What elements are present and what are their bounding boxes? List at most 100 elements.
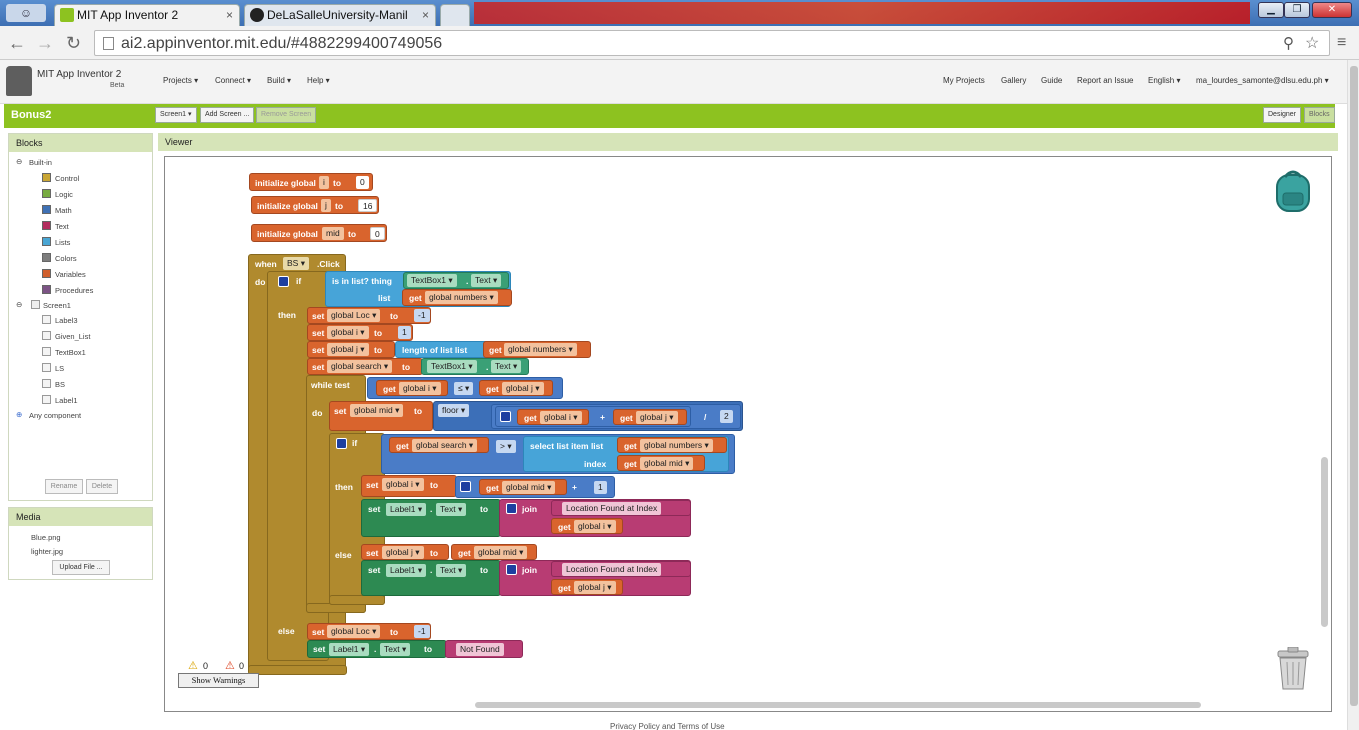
language-menu[interactable]: English ▾ xyxy=(1148,76,1180,85)
get-i-block[interactable]: get global i ▾ xyxy=(517,409,589,425)
get-mid-block[interactable]: get global mid ▾ xyxy=(479,479,567,495)
init-global-j-block[interactable]: initialize global j to 16 xyxy=(251,196,379,214)
new-tab-button[interactable] xyxy=(440,4,470,26)
mutator-gear-icon[interactable] xyxy=(506,503,517,514)
add-screen-button[interactable]: Add Screen ... xyxy=(200,107,255,123)
get-j-block[interactable]: get global j ▾ xyxy=(551,579,623,595)
component-item[interactable]: TextBox1 xyxy=(55,348,86,357)
menu-build[interactable]: Build ▾ xyxy=(267,76,291,85)
trash-icon[interactable] xyxy=(1275,646,1311,691)
component-item[interactable]: BS xyxy=(55,380,65,389)
get-numbers-block[interactable]: get global numbers ▾ xyxy=(483,341,591,358)
collapse-screen-icon[interactable]: ⊖ xyxy=(16,300,22,309)
builtin-item-control[interactable]: Control xyxy=(55,174,79,183)
url-field[interactable]: ai2.appinventor.mit.edu/#488229940074905… xyxy=(94,30,1330,56)
builtin-item-logic[interactable]: Logic xyxy=(55,190,73,199)
set-mid-block[interactable]: set global mid ▾ to xyxy=(329,401,433,431)
var-name-field[interactable]: j xyxy=(321,199,331,212)
menu-projects[interactable]: Projects ▾ xyxy=(163,76,198,85)
tree-builtin[interactable]: Built-in xyxy=(29,158,52,167)
number-field[interactable]: 0 xyxy=(356,176,369,189)
text-location-found[interactable]: Location Found at Index xyxy=(551,561,691,577)
blocks-button[interactable]: Blocks xyxy=(1304,107,1335,123)
back-arrow-icon[interactable]: ← xyxy=(8,32,26,54)
get-numbers-block[interactable]: get global numbers ▾ xyxy=(402,289,512,306)
number-field[interactable]: 0 xyxy=(370,227,385,240)
set-i-block[interactable]: set global i ▾ to xyxy=(361,475,457,497)
get-search-block[interactable]: get global search ▾ xyxy=(389,437,489,453)
tree-any-component[interactable]: Any component xyxy=(29,411,81,420)
media-file[interactable]: lighter.jpg xyxy=(31,547,63,556)
builtin-item-lists[interactable]: Lists xyxy=(55,238,70,247)
number-field[interactable]: 16 xyxy=(358,199,378,212)
component-item[interactable]: Given_List xyxy=(55,332,90,341)
component-item[interactable]: LS xyxy=(55,364,64,373)
link-gallery[interactable]: Gallery xyxy=(1001,76,1026,85)
builtin-item-text[interactable]: Text xyxy=(55,222,69,231)
workspace-horizontal-scrollbar[interactable] xyxy=(475,702,1201,708)
screen-select-button[interactable]: Screen1 ▾ xyxy=(155,107,197,123)
tab-github[interactable]: DeLaSalleUniversity-Manil × xyxy=(244,4,436,26)
get-i-block[interactable]: get global i ▾ xyxy=(376,380,448,396)
menu-icon[interactable]: ≡ xyxy=(1337,32,1346,54)
get-mid-block[interactable]: get global mid ▾ xyxy=(617,455,705,471)
builtin-item-procedures[interactable]: Procedures xyxy=(55,286,93,295)
set-search-block[interactable]: set global search ▾ to xyxy=(307,358,423,375)
set-loc-block[interactable]: set global Loc ▾ to -1 xyxy=(307,307,431,324)
media-file[interactable]: Blue.png xyxy=(31,533,61,542)
link-report-issue[interactable]: Report an Issue xyxy=(1077,76,1133,85)
builtin-item-colors[interactable]: Colors xyxy=(55,254,77,263)
browser-profile-icon[interactable]: ☺ xyxy=(6,4,46,22)
mutator-gear-icon[interactable] xyxy=(336,438,347,449)
workspace-vertical-scrollbar[interactable] xyxy=(1321,457,1328,627)
mutator-gear-icon[interactable] xyxy=(460,481,471,492)
get-numbers-block[interactable]: get global numbers ▾ xyxy=(617,437,727,453)
builtin-item-math[interactable]: Math xyxy=(55,206,72,215)
delete-button[interactable]: Delete xyxy=(86,479,118,494)
reload-icon[interactable]: ↻ xyxy=(66,32,81,54)
component-dropdown[interactable]: BS ▾ xyxy=(283,257,309,270)
bookmark-star-icon[interactable]: ☆ xyxy=(1305,33,1319,53)
collapse-builtin-icon[interactable]: ⊖ xyxy=(16,157,22,166)
set-label1-text-block[interactable]: set Label1 ▾ . Text ▾ to xyxy=(361,499,501,537)
get-i-block[interactable]: get global i ▾ xyxy=(551,518,623,534)
maximize-button[interactable]: ❐ xyxy=(1284,2,1310,18)
link-my-projects[interactable]: My Projects xyxy=(943,76,985,85)
mutator-gear-icon[interactable] xyxy=(278,276,289,287)
component-item[interactable]: Label3 xyxy=(55,316,78,325)
mutator-gear-icon[interactable] xyxy=(500,411,511,422)
tree-screen1[interactable]: Screen1 xyxy=(43,301,71,310)
link-guide[interactable]: Guide xyxy=(1041,76,1062,85)
set-j-block[interactable]: set global j ▾ to xyxy=(307,341,395,358)
upload-file-button[interactable]: Upload File ... xyxy=(52,560,110,575)
rename-button[interactable]: Rename xyxy=(45,479,83,494)
init-global-mid-block[interactable]: initialize global mid to 0 xyxy=(251,224,387,242)
designer-button[interactable]: Designer xyxy=(1263,107,1302,123)
set-label1-text-block[interactable]: set Label1 ▾ . Text ▾ to xyxy=(307,640,447,658)
forward-arrow-icon[interactable]: → xyxy=(36,32,54,54)
text-not-found[interactable]: Not Found xyxy=(445,640,523,658)
zoom-icon[interactable]: ⚲ xyxy=(1283,34,1294,52)
minimize-button[interactable]: ▁ xyxy=(1258,2,1284,18)
backpack-icon[interactable] xyxy=(1271,167,1315,213)
var-name-field[interactable]: mid xyxy=(322,227,344,240)
show-warnings-button[interactable]: Show Warnings xyxy=(178,673,259,688)
component-item[interactable]: Label1 xyxy=(55,396,78,405)
builtin-item-variables[interactable]: Variables xyxy=(55,270,86,279)
account-menu[interactable]: ma_lourdes_samonte@dlsu.edu.ph ▾ xyxy=(1196,76,1329,85)
close-window-button[interactable]: ✕ xyxy=(1312,2,1352,18)
text-location-found[interactable]: Location Found at Index xyxy=(551,500,691,516)
length-of-list-block[interactable]: length of list list xyxy=(395,341,491,358)
app-inventor-logo-icon[interactable] xyxy=(6,66,32,96)
get-j-block[interactable]: get global j ▾ xyxy=(479,380,553,396)
close-tab-icon[interactable]: × xyxy=(422,5,429,25)
blocks-workspace[interactable]: initialize global i to 0 initialize glob… xyxy=(164,156,1332,712)
menu-connect[interactable]: Connect ▾ xyxy=(215,76,251,85)
page-scrollbar-thumb[interactable] xyxy=(1350,66,1358,706)
get-j-block[interactable]: get global j ▾ xyxy=(613,409,687,425)
menu-help[interactable]: Help ▾ xyxy=(307,76,330,85)
get-mid-block[interactable]: get global mid ▾ xyxy=(451,544,537,560)
set-loc-block[interactable]: set global Loc ▾ to -1 xyxy=(307,623,431,640)
set-j-block[interactable]: set global j ▾ to xyxy=(361,544,449,560)
set-label1-text-block[interactable]: set Label1 ▾ . Text ▾ to xyxy=(361,560,501,596)
